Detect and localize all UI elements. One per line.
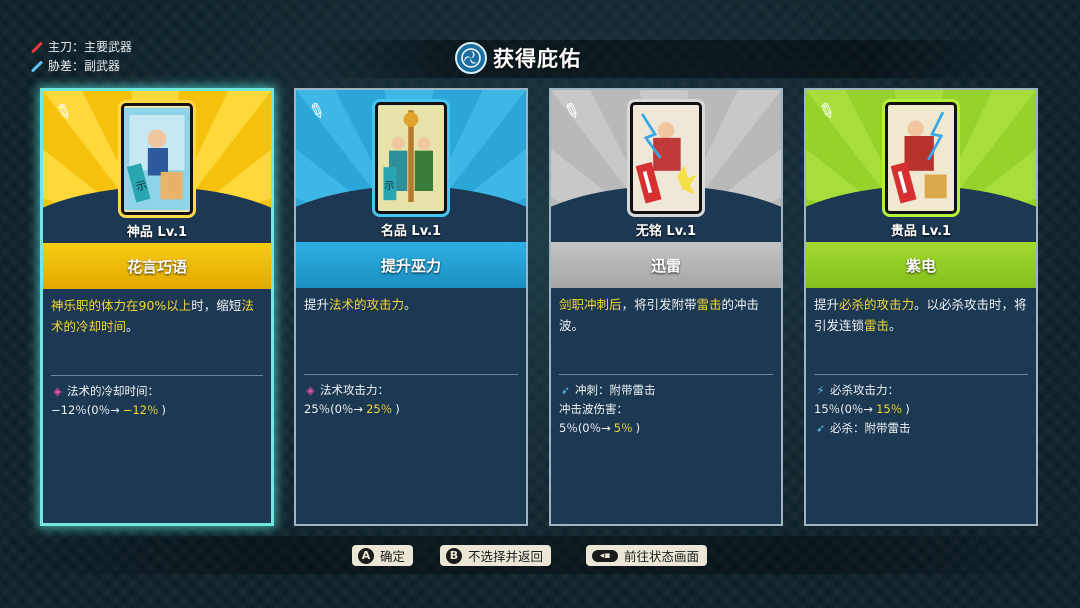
stat-line: 5％(0％→ 5％) [559,419,773,438]
stat-value: −12％ [122,403,159,417]
card-header: ✦ ✦ ✦ ✎ 示 神品 Lv.1 [43,91,271,243]
card-description: 剑职冲刺后，将引发附带雷击的冲击波。 [551,288,781,374]
desc-part: 雷击 [696,297,722,312]
stat-line: 冲击波伤害： [559,400,773,419]
stat-line: ◈ 法术的冷却时间： [51,382,263,401]
lightning-icon: ⚡ [816,384,825,397]
card-header: ✎ 贵品 Lv.1 [806,90,1036,242]
stat-text: 25％(0％→ [304,402,364,416]
stat-tail: ) [905,402,910,416]
mitsudomoe-icon [455,42,487,74]
stat-tail: ) [395,402,400,416]
dash-icon: ➶ [815,422,826,435]
legend-sub-label: 胁差：副武器 [48,59,121,73]
b-button-icon: B [446,547,462,564]
legend-sub-weapon: 胁差：副武器 [30,57,132,76]
blessing-card-3[interactable]: ✎ 无铭 Lv.1 迅雷 剑职冲刺后，将引发附带雷击的冲击波。 ➶ 冲刺：附带雷… [549,88,783,526]
blessing-card-4[interactable]: ✎ 贵品 Lv.1 紫电 提升必杀的攻击力。以必杀攻击时，将引发连锁雷击。 ⚡ … [804,88,1038,526]
stat-text: 15％(0％→ [814,402,874,416]
legend-main-weapon: 主刀：主要武器 [30,38,132,57]
stat-line: ➶ 必杀：附带雷击 [814,419,1028,438]
status-screen-button[interactable]: ◂▪ 前往状态画面 [586,545,708,566]
card-name: 紫电 [806,242,1036,288]
desc-part: 时，缩短 [191,298,242,313]
stat-value: 5％ [613,421,633,435]
legend-main-label: 主刀：主要武器 [48,40,133,54]
stat-line: ➶ 冲刺：附带雷击 [559,381,773,400]
diamond-icon: ◈ [53,385,62,398]
card-rank: 神品 Lv.1 [126,225,188,240]
stat-text: 必杀：附带雷击 [830,421,911,435]
card-name: 迅雷 [551,242,781,288]
header: 获得庇佑 [455,42,581,74]
blue-blade-icon [30,60,44,73]
stat-line: −12％(0％→ −12％) [51,401,263,420]
stat-line: 25％(0％→ 25％) [304,400,518,419]
desc-part: 必杀的攻击力 [839,297,915,312]
desc-part: 。 [126,319,139,334]
card-description: 神乐职的体力在90%以上时，缩短法术的冷却时间。 [43,289,271,375]
stat-text: 冲击波伤害： [559,402,628,416]
desc-part: 雷击 [864,318,890,333]
desc-part: 提升 [814,297,840,312]
desc-part: 提升 [304,297,330,312]
stat-line: ◈ 法术攻击力： [304,381,518,400]
desc-part: 法术的攻击力 [329,297,405,312]
card-stats: ⚡ 必杀攻击力： 15％(0％→ 15％) ➶ 必杀：附带雷击 [806,375,1036,444]
stat-text: 法术的冷却时间： [67,384,159,398]
minus-button-icon: ◂▪ [592,549,618,562]
desc-part: ，将引发附带 [621,297,697,312]
blessing-card-2[interactable]: ✎ 示 名品 Lv.1 提升巫力 提升法术的攻击力。 ◈ 法术攻击力： 25％(… [294,88,528,526]
red-blade-icon [30,41,44,54]
back-button[interactable]: B 不选择并返回 [440,545,552,566]
page-title: 获得庇佑 [493,47,581,71]
stat-text: 5％(0％→ [559,421,611,435]
stat-line: 15％(0％→ 15％) [814,400,1028,419]
svg-text:示: 示 [384,181,394,192]
dash-icon: ➶ [560,384,571,397]
back-label: 不选择并返回 [468,549,544,564]
status-label: 前往状态画面 [624,549,700,564]
card-stats: ◈ 法术的冷却时间： −12％(0％→ −12％) [43,376,271,426]
stat-value: 15％ [876,402,903,416]
stat-text: 必杀攻击力： [830,383,899,397]
stat-tail: ) [161,403,167,417]
diamond-icon: ◈ [306,384,315,397]
stat-value: 25％ [366,402,393,416]
desc-part: 剑职冲刺后 [559,297,622,312]
confirm-label: 确定 [380,549,406,564]
confirm-button[interactable]: A 确定 [352,545,414,566]
stat-text: 冲刺：附带雷击 [575,383,656,397]
card-art [630,102,702,214]
desc-part: 。 [889,318,902,333]
weapon-legend: 主刀：主要武器 胁差：副武器 [30,38,132,76]
stat-tail: ) [635,421,641,435]
card-stats: ◈ 法术攻击力： 25％(0％→ 25％) [296,375,526,425]
card-rank: 名品 Lv.1 [380,224,442,239]
stat-line: ⚡ 必杀攻击力： [814,381,1028,400]
card-art: 示 [121,103,193,215]
card-header: ✎ 无铭 Lv.1 [551,90,781,242]
a-button-icon: A [358,547,374,564]
stat-text: −12％(0％→ [51,403,120,417]
card-stats: ➶ 冲刺：附带雷击 冲击波伤害： 5％(0％→ 5％) [551,375,781,444]
desc-part: 。 [404,297,417,312]
card-rank: 无铭 Lv.1 [635,224,697,239]
desc-part: 神乐职的体力在90%以上 [51,298,192,313]
blessing-card-1[interactable]: ✦ ✦ ✦ ✎ 示 神品 Lv.1 花言巧语 神乐职的体力在90%以上时，缩短法… [40,88,274,526]
card-header: ✎ 示 名品 Lv.1 [296,90,526,242]
card-rank: 贵品 Lv.1 [890,224,952,239]
stat-text: 法术攻击力： [320,383,389,397]
card-description: 提升法术的攻击力。 [296,288,526,374]
card-description: 提升必杀的攻击力。以必杀攻击时，将引发连锁雷击。 [806,288,1036,374]
card-name: 提升巫力 [296,242,526,288]
card-name: 花言巧语 [43,243,271,289]
header-band [310,40,1010,78]
card-art [885,102,957,214]
card-art: 示 [375,102,447,214]
